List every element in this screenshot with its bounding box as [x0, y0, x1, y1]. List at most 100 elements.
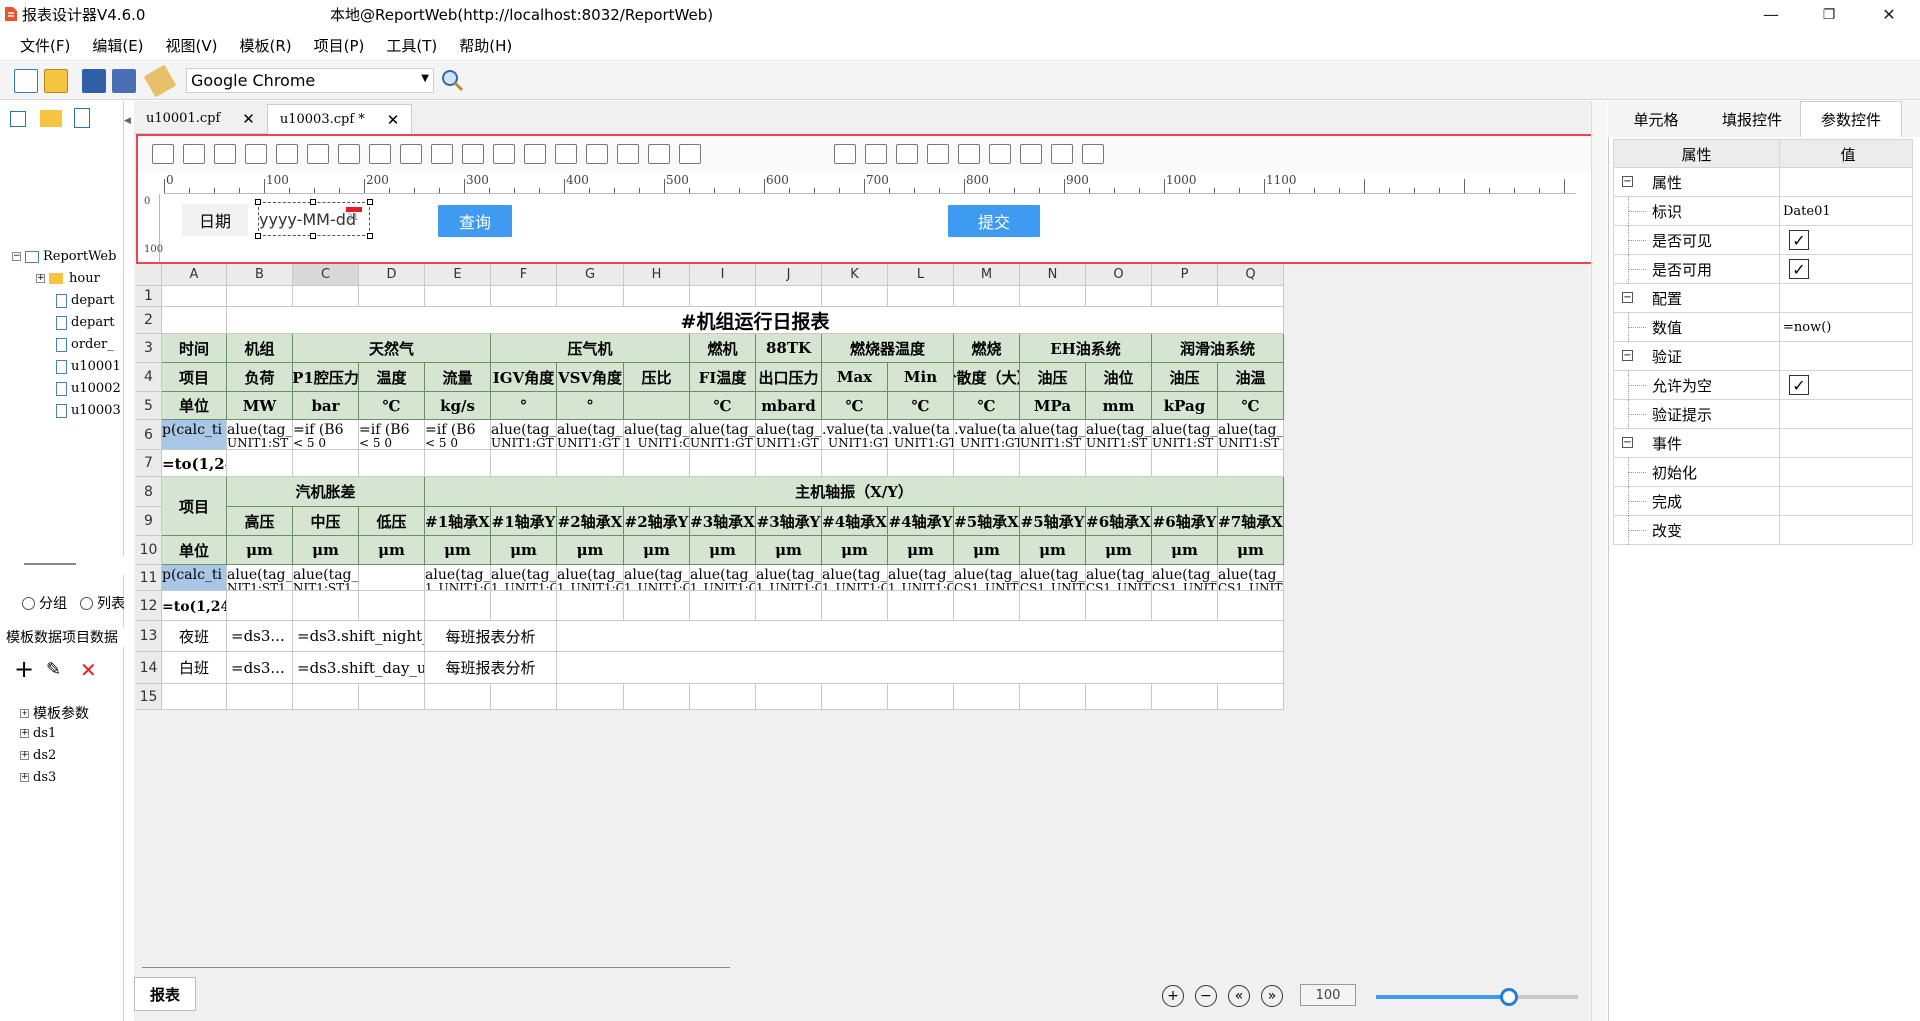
unit-label[interactable]: μm — [293, 536, 359, 565]
group-header[interactable]: 主机轴振（X/Y） — [425, 477, 1284, 507]
control-tool-icon[interactable] — [369, 144, 391, 164]
splitter-handle[interactable] — [24, 563, 76, 565]
expression-cell[interactable]: alue(tag_ 1_UNIT1:G — [822, 565, 888, 591]
tab-cell[interactable]: 单元格 — [1608, 101, 1704, 137]
control-tool-icon[interactable] — [183, 144, 205, 164]
property-value[interactable]: ✓ — [1779, 255, 1913, 283]
expression-cell[interactable]: alue(tag_ CS1_UNIT1 — [1020, 565, 1086, 591]
unit-label[interactable]: ℃ — [888, 392, 954, 420]
tab-project-data[interactable]: 项目数据 — [62, 627, 124, 647]
column-label[interactable]: 油压 — [1020, 363, 1086, 392]
report-title[interactable]: #机组运行日报表 — [227, 307, 1284, 334]
column-label[interactable]: #4轴承X — [822, 507, 888, 536]
column-header[interactable]: A — [162, 264, 227, 286]
unit-label[interactable]: ° — [557, 392, 624, 420]
grid-cell[interactable] — [954, 450, 1020, 477]
calendar-icon[interactable]: 31 — [347, 213, 358, 223]
expression-cell[interactable]: =ds3... — [227, 621, 293, 652]
unit-label[interactable]: μm — [359, 536, 425, 565]
group-header[interactable]: 机组 — [227, 334, 293, 363]
row-header[interactable]: 15 — [136, 684, 162, 710]
property-row[interactable]: 完成 — [1613, 487, 1913, 516]
column-label[interactable]: #2轴承Y — [624, 507, 690, 536]
grid-cell[interactable] — [690, 684, 756, 710]
tree-item[interactable]: u10001 — [56, 359, 121, 374]
column-label[interactable]: 温度 — [359, 363, 425, 392]
grid-cell[interactable] — [954, 684, 1020, 710]
menu-template[interactable]: 模板(R) — [230, 35, 302, 56]
column-header[interactable]: H — [624, 264, 690, 286]
expression-cell[interactable]: alue(tag_ UNIT1:ST — [1152, 420, 1218, 450]
row-header[interactable]: 13 — [136, 621, 162, 652]
tree-folder-hour[interactable]: + hour — [36, 271, 100, 286]
query-button[interactable]: 查询 — [438, 205, 512, 237]
expression-cell[interactable]: alue(tag_ UNIT1:GT — [491, 420, 557, 450]
row-header[interactable]: 7 — [136, 450, 162, 477]
grid-cell[interactable] — [359, 450, 425, 477]
radio-group[interactable]: 分组 — [22, 593, 67, 613]
control-tool-icon[interactable] — [400, 144, 422, 164]
grid-cell[interactable] — [954, 286, 1020, 307]
menu-view[interactable]: 视图(V) — [156, 35, 228, 56]
unit-label[interactable]: 单位 — [162, 536, 227, 565]
menu-project[interactable]: 项目(P) — [304, 35, 375, 56]
grid-cell[interactable] — [1218, 684, 1284, 710]
unit-label[interactable]: ℃ — [359, 392, 425, 420]
grid-cell[interactable] — [756, 450, 822, 477]
unit-label[interactable]: μm — [690, 536, 756, 565]
expression-cell[interactable]: alue(tag_ 1_UNIT1:G — [756, 565, 822, 591]
grid-cell[interactable] — [690, 450, 756, 477]
tree-node[interactable]: + ds3 — [20, 770, 56, 785]
expression-cell[interactable]: alue(tag_ 1_UNIT1:G — [690, 565, 756, 591]
row-header[interactable]: 5 — [136, 392, 162, 420]
grid-cell[interactable] — [425, 591, 491, 621]
group-header[interactable]: 燃机 — [690, 334, 756, 363]
tree-item[interactable]: depart — [56, 315, 115, 330]
grid-cell[interactable] — [1218, 286, 1284, 307]
tree-item[interactable]: depart — [56, 293, 115, 308]
unit-label[interactable]: μm — [1020, 536, 1086, 565]
column-label[interactable]: 油位 — [1086, 363, 1152, 392]
grid-cell[interactable] — [1152, 286, 1218, 307]
grid-cell[interactable] — [624, 450, 690, 477]
grid-cell[interactable] — [1020, 684, 1086, 710]
control-tool-icon[interactable] — [276, 144, 298, 164]
property-value[interactable]: Date01 — [1779, 197, 1913, 225]
unit-label[interactable]: μm — [557, 536, 624, 565]
shift-label[interactable]: 夜班 — [162, 621, 227, 652]
tree-item[interactable]: u10003 — [56, 403, 121, 418]
grid-cell[interactable] — [954, 591, 1020, 621]
grid-cell[interactable] — [822, 286, 888, 307]
column-label[interactable]: #5轴承Y — [1020, 507, 1086, 536]
column-label[interactable]: #6轴承Y — [1152, 507, 1218, 536]
column-header[interactable]: I — [690, 264, 756, 286]
column-label[interactable]: #2轴承X — [557, 507, 624, 536]
column-label[interactable]: 出口压力 — [756, 363, 822, 392]
expression-cell[interactable]: .value(ta _UNIT1:GT — [822, 420, 888, 450]
grid-cell[interactable] — [425, 286, 491, 307]
document-icon[interactable] — [74, 108, 90, 128]
zoom-value[interactable]: 100 — [1300, 984, 1356, 1006]
group-header[interactable]: 汽机胀差 — [227, 477, 425, 507]
grid-cell[interactable] — [1020, 286, 1086, 307]
control-tool-icon[interactable] — [617, 144, 639, 164]
unit-label[interactable]: kg/s — [425, 392, 491, 420]
property-value[interactable]: =now() — [1779, 313, 1913, 341]
expression-cell[interactable]: alue(tag_ UNIT1:ST — [227, 420, 293, 450]
control-tool-icon[interactable] — [927, 144, 949, 164]
grid-cell[interactable] — [888, 450, 954, 477]
expression-cell[interactable]: alue(tag_ UNIT1:ST — [1218, 420, 1284, 450]
grid-cell[interactable] — [1020, 450, 1086, 477]
grid-cell[interactable] — [293, 684, 359, 710]
grid-cell[interactable] — [293, 450, 359, 477]
control-tool-icon[interactable] — [989, 144, 1011, 164]
control-tool-icon[interactable] — [152, 144, 174, 164]
resize-handle[interactable] — [255, 233, 261, 239]
grid-cell[interactable] — [491, 591, 557, 621]
expression-cell[interactable]: =if (B6 < 5 0 — [359, 420, 425, 450]
grid-cell[interactable] — [624, 591, 690, 621]
column-label[interactable]: FI温度 — [690, 363, 756, 392]
grid-cell[interactable] — [557, 652, 1284, 684]
row-header[interactable]: 4 — [136, 363, 162, 392]
control-tool-icon[interactable] — [307, 144, 329, 164]
